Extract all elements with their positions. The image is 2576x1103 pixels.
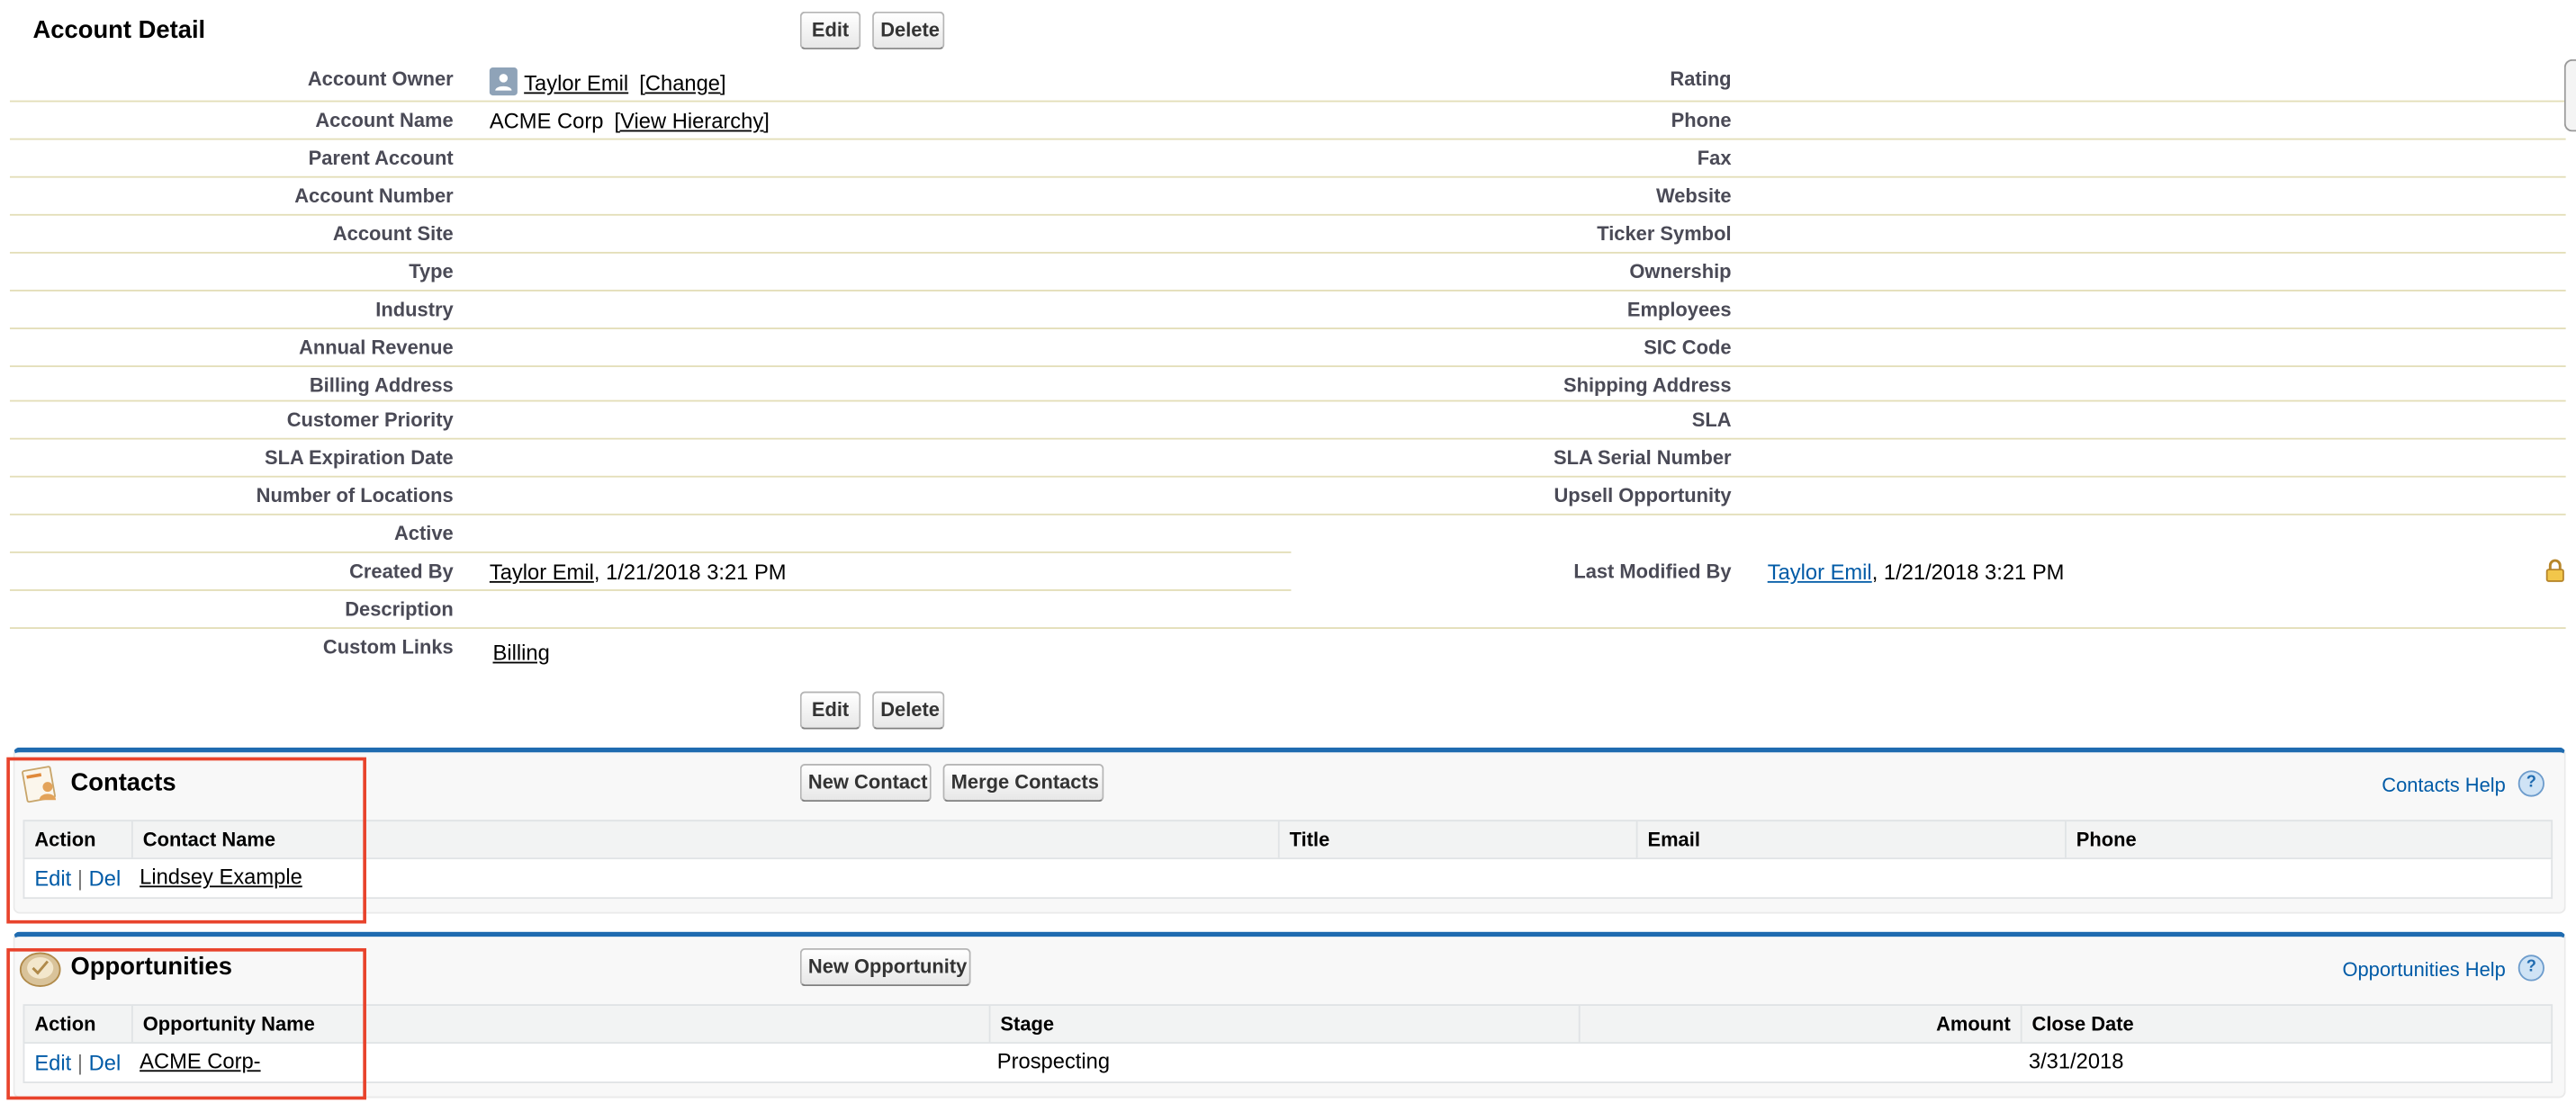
field-label-rating: Rating — [1670, 67, 1732, 91]
delete-button-bottom[interactable]: Delete — [872, 691, 945, 730]
contacts-help-link[interactable]: Contacts Help — [2382, 774, 2506, 797]
row-divider — [9, 290, 2566, 291]
column-divider — [988, 1006, 991, 1043]
last-modified-by-link[interactable]: Taylor Emil — [1768, 560, 1872, 584]
owner-avatar-icon — [489, 67, 518, 96]
contacts-help-icon[interactable]: ? — [2517, 770, 2544, 797]
edit-button-bottom[interactable]: Edit — [799, 691, 861, 730]
column-header-email[interactable]: Email — [1647, 828, 1699, 851]
billing-custom-link[interactable]: Billing — [493, 641, 550, 665]
column-divider — [2020, 1006, 2022, 1043]
field-label-ticker-symbol: Ticker Symbol — [1597, 222, 1732, 246]
column-header-title[interactable]: Title — [1290, 828, 1330, 851]
new-opportunity-button[interactable]: New Opportunity — [799, 947, 971, 987]
row-divider — [9, 100, 2566, 103]
row-divider — [9, 399, 2566, 402]
row-divider — [9, 138, 2566, 140]
change-owner-link[interactable]: [Change] — [639, 71, 725, 95]
column-header-stage[interactable]: Stage — [1000, 1012, 1054, 1036]
merge-contacts-button[interactable]: Merge Contacts — [942, 764, 1104, 803]
lock-icon — [2544, 558, 2566, 582]
account-owner-link[interactable]: Taylor Emil — [524, 71, 628, 95]
side-panel-tab[interactable] — [2563, 58, 2576, 132]
field-label-employees: Employees — [1626, 298, 1732, 321]
created-by-link[interactable]: Taylor Emil — [490, 560, 594, 584]
opportunity-stage-value: Prospecting — [996, 1048, 1111, 1074]
delete-button-top[interactable]: Delete — [872, 11, 945, 49]
view-hierarchy-link[interactable]: [View Hierarchy] — [615, 109, 770, 133]
account-name-value: ACME Corp — [489, 108, 604, 134]
field-label-sla: SLA — [1691, 408, 1732, 432]
opportunity-close-date-value: 3/31/2018 — [2028, 1048, 2124, 1074]
table-row: Edit | Del Lindsey Example — [23, 859, 2553, 900]
field-label-upsell-opportunity: Upsell Opportunity — [1554, 483, 1732, 507]
contacts-table-header: Action Contact Name Title Email Phone — [23, 820, 2553, 860]
field-label-description: Description — [345, 597, 454, 621]
column-divider — [2065, 821, 2067, 858]
row-divider — [9, 513, 2566, 516]
opportunities-help-link[interactable]: Opportunities Help — [2342, 958, 2505, 982]
column-divider — [1635, 821, 1638, 858]
field-label-last-modified-by: Last Modified By — [1573, 560, 1732, 583]
highlight-box-contacts — [6, 757, 366, 924]
row-divider — [9, 213, 2566, 216]
row-divider — [9, 589, 1292, 591]
opportunities-table-header: Action Opportunity Name Stage Amount Clo… — [23, 1004, 2553, 1045]
account-detail-title: Account Detail — [32, 16, 206, 45]
field-label-phone: Phone — [1671, 108, 1732, 132]
field-label-shipping-address: Shipping Address — [1563, 373, 1732, 397]
opportunities-help-icon[interactable]: ? — [2517, 955, 2544, 982]
field-label-active: Active — [393, 522, 454, 545]
row-divider — [9, 175, 2566, 178]
field-label-sic-code: SIC Code — [1644, 336, 1732, 359]
column-header-close-date[interactable]: Close Date — [2032, 1012, 2134, 1036]
column-divider — [1277, 821, 1280, 858]
edit-button-top[interactable]: Edit — [799, 11, 861, 49]
row-divider — [9, 327, 2566, 329]
column-header-amount[interactable]: Amount — [1579, 1012, 2011, 1036]
row-divider — [9, 365, 2566, 368]
new-contact-button[interactable]: New Contact — [799, 764, 932, 803]
field-label-ownership: Ownership — [1629, 260, 1732, 283]
field-label-fax: Fax — [1697, 146, 1732, 170]
last-modified-by-date: , 1/21/2018 3:21 PM — [1871, 560, 2065, 585]
row-divider — [9, 251, 2566, 254]
row-divider — [9, 551, 1292, 553]
field-label-custom-links: Custom Links — [322, 635, 454, 659]
table-row: Edit | Del ACME Corp- Prospecting 3/31/2… — [23, 1044, 2553, 1084]
row-divider — [9, 437, 2566, 440]
created-by-date: , 1/21/2018 3:21 PM — [593, 560, 787, 585]
column-header-phone[interactable]: Phone — [2076, 828, 2137, 851]
field-label-sla-serial-number: SLA Serial Number — [1553, 445, 1732, 470]
row-divider — [9, 627, 2566, 629]
highlight-box-opportunities — [6, 947, 366, 1100]
field-label-website: Website — [1655, 184, 1732, 208]
row-divider — [9, 475, 2566, 478]
